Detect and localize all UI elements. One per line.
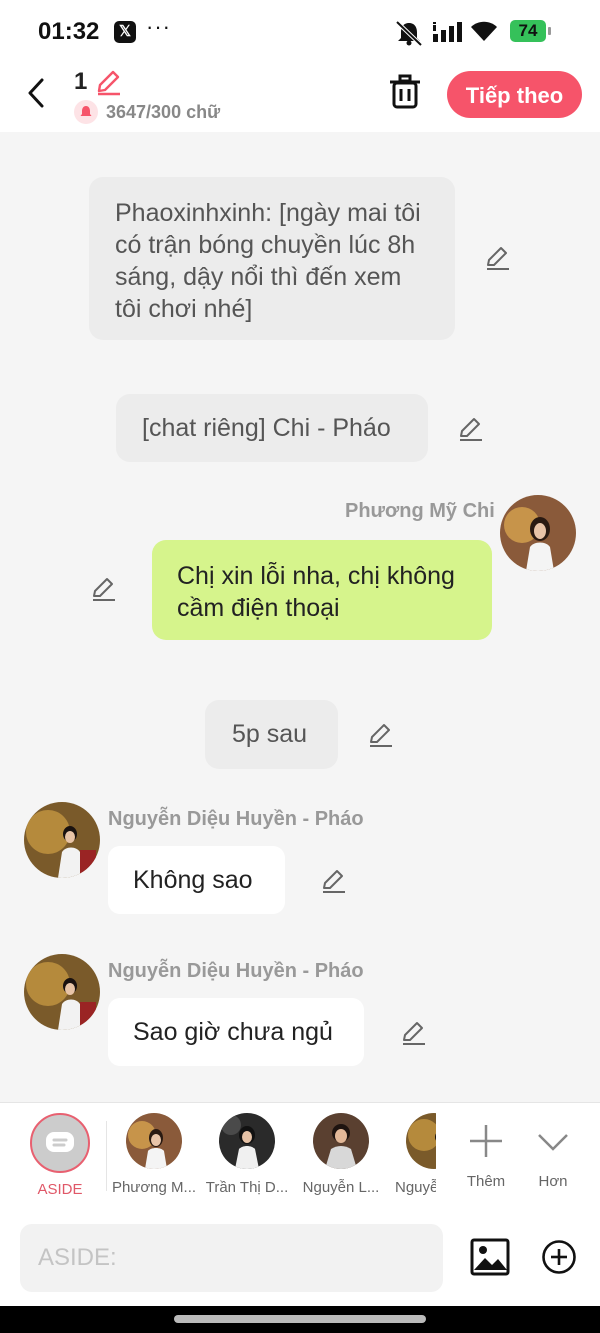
aside-icon [30,1113,90,1173]
sender-name: Phương Mỹ Chi [345,500,495,522]
bell-badge-icon [74,100,98,124]
character-tray: ASIDE Phương M... Trần Thị D... Nguyễn L… [0,1102,600,1211]
avatar [406,1113,436,1169]
app-bar: 1 3647/300 chữ Tiếp theo [0,62,600,132]
character-name: Nguyễn L... [302,1179,380,1196]
more-notifications-icon: ··· [146,14,171,39]
add-circle-icon[interactable] [541,1239,577,1275]
message-input[interactable] [20,1224,443,1292]
aside-label: ASIDE [37,1181,83,1198]
wifi-icon [471,21,497,41]
incoming-message-bubble[interactable]: Sao giờ chưa ngủ [108,998,364,1066]
avatar[interactable] [500,495,576,571]
avatar[interactable] [24,802,100,878]
plus-icon [470,1125,502,1157]
battery-level: 74 [510,20,546,42]
more-label: Hơn [538,1173,568,1190]
chat-area[interactable]: Phaoxinhxinh: [ngày mai tôi có trận bóng… [0,132,600,1102]
incoming-message-bubble[interactable]: Không sao [108,846,285,914]
input-bar [0,1210,600,1306]
trash-icon[interactable] [388,74,422,110]
character-item: Nguyễ [389,1113,436,1196]
character-name: Trần Thị D... [205,1179,289,1196]
narration-bubble[interactable]: Phaoxinhxinh: [ngày mai tôi có trận bóng… [89,177,455,340]
avatar[interactable] [24,954,100,1030]
sender-name: Nguyễn Diệu Huyền - Pháo [108,808,364,830]
next-button[interactable]: Tiếp theo [447,71,582,118]
back-arrow-icon[interactable] [22,76,52,110]
narration-bubble[interactable]: [chat riêng] Chi - Pháo [116,394,428,462]
aside-character[interactable]: ASIDE [15,1113,105,1198]
word-counter: 3647/300 chữ [106,102,221,122]
avatar [126,1113,182,1169]
character-item[interactable]: Trần Thị D... [202,1113,292,1196]
status-time: 01:32 [38,18,100,45]
edit-pencil-icon[interactable] [89,575,117,603]
system-nav-bar [0,1306,600,1333]
x-app-icon: 𝕏 [114,21,136,43]
mute-bell-icon [395,20,423,46]
edit-pencil-icon[interactable] [483,244,511,272]
narration-bubble[interactable]: 5p sau [205,700,338,769]
edit-pencil-icon[interactable] [319,867,347,895]
edit-pencil-icon[interactable] [366,721,394,749]
avatar [313,1113,369,1169]
home-gesture-handle[interactable] [174,1315,426,1323]
character-name: Nguyễ [395,1179,436,1196]
edit-pencil-icon[interactable] [456,415,484,443]
sender-name: Nguyễn Diệu Huyền - Pháo [108,960,364,982]
signal-icon [433,22,462,42]
battery-tip [548,27,551,35]
edit-title-pencil-icon[interactable] [94,68,122,96]
character-item[interactable]: Phương M... [109,1113,199,1196]
image-icon[interactable] [470,1238,510,1276]
edit-pencil-icon[interactable] [399,1019,427,1047]
avatar [219,1113,275,1169]
more-characters-button[interactable]: Hơn [508,1113,598,1190]
story-title: 1 [74,68,88,95]
outgoing-message-bubble[interactable]: Chị xin lỗi nha, chị không cầm điện thoạ… [152,540,492,640]
character-item-clipped[interactable]: Nguyễ [389,1103,436,1211]
character-name: Phương M... [111,1179,197,1196]
chevron-down-icon [538,1134,568,1151]
tray-divider [106,1121,107,1191]
character-item[interactable]: Nguyễn L... [296,1113,386,1196]
status-bar: 01:32 𝕏 ··· 74 [0,0,600,62]
